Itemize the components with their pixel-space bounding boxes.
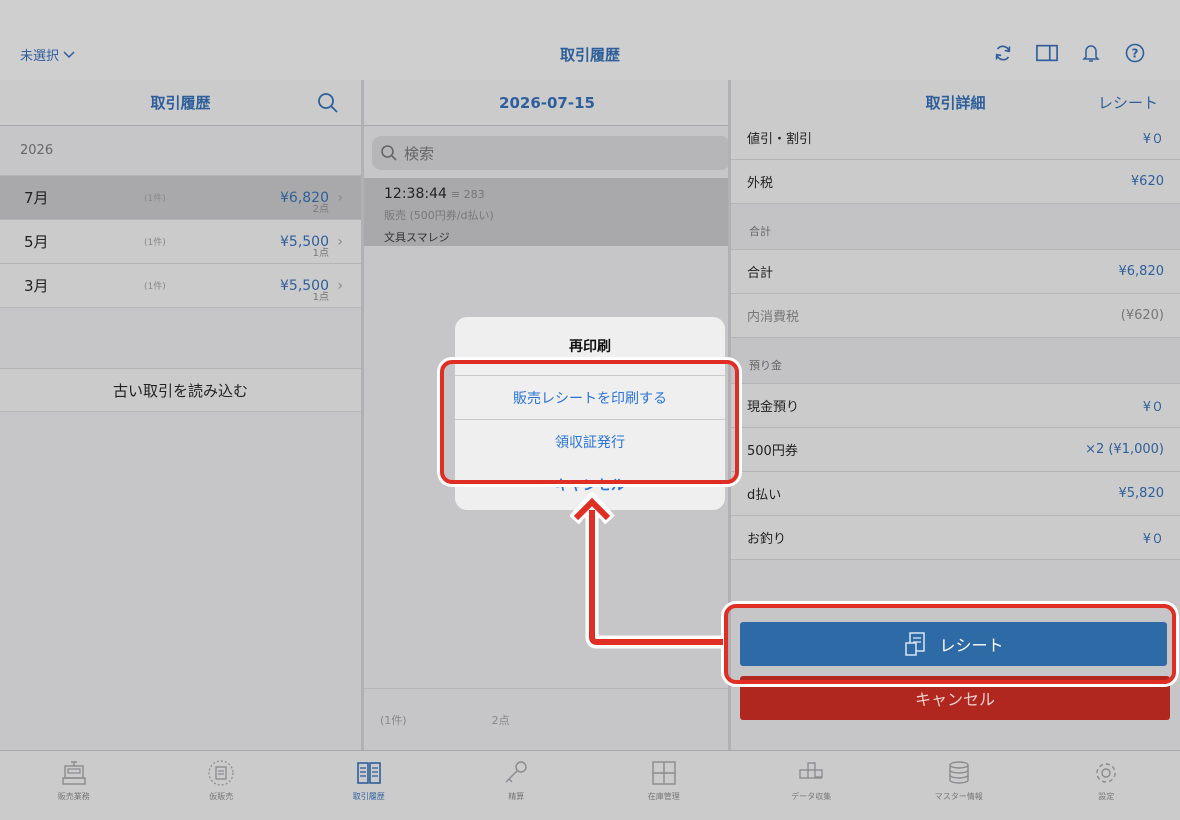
tab-4[interactable]: 精算: [443, 751, 591, 820]
detail-label: 500円券: [747, 444, 798, 459]
tab-6[interactable]: データ収集: [738, 751, 886, 820]
dialog-options-highlight: [440, 360, 739, 484]
month-row[interactable]: 5月 (1件) ¥5,500 1点 ›: [0, 220, 361, 264]
left-header-title: 取引履歴: [150, 94, 211, 112]
detail-row: 内消費税 (¥620): [731, 294, 1180, 338]
tab-8[interactable]: 設定: [1033, 751, 1180, 820]
month-points: 1点: [312, 248, 329, 259]
detail-label: 合計: [747, 266, 774, 281]
register-icon: [62, 761, 86, 785]
search-icon[interactable]: [317, 92, 339, 114]
detail-value: ¥０: [1142, 400, 1164, 415]
tab-bar: 販売業務 仮販売 取引履歴 精算 在庫管理 データ収集 マスター情報 設定: [0, 750, 1180, 820]
detail-label: お釣り: [747, 532, 787, 547]
tab-label: 精算: [508, 792, 525, 801]
detail-value: ¥5,820: [1118, 486, 1165, 501]
detail-label: 現金預り: [747, 400, 800, 415]
month-label: 7月: [24, 189, 49, 207]
tab-label: 設定: [1098, 792, 1115, 801]
tab-label: マスター情報: [934, 792, 983, 801]
month-label: 5月: [24, 233, 49, 251]
chevron-right-icon: ›: [337, 277, 343, 294]
month-list-panel: 取引履歴 2026 7月 (1件) ¥6,820 2点 › 5月 (1件) ¥5,500 1点 ›…: [0, 80, 361, 750]
mid-footer: (1件) 2点: [364, 688, 730, 750]
tab-2[interactable]: 仮販売: [148, 751, 296, 820]
detail-label: 内消費税: [747, 310, 800, 325]
detail-row: お釣り ¥０: [731, 516, 1180, 560]
svg-text:?: ?: [1132, 47, 1139, 61]
right-header-title: 取引詳細: [925, 94, 986, 112]
detail-value: ¥０: [1142, 532, 1164, 547]
detail-row: 合計 ¥6,820: [731, 250, 1180, 294]
sync-icon[interactable]: [992, 42, 1014, 64]
key-icon: [505, 761, 527, 783]
transaction-store: 文具スマレジ: [384, 231, 450, 244]
month-count: (1件): [144, 194, 166, 204]
detail-value: ¥０: [1142, 132, 1164, 147]
panel-toggle-icon[interactable]: [1036, 42, 1058, 64]
footer-count: (1件): [380, 713, 407, 727]
footer-points: 2点: [491, 713, 510, 727]
inventory-icon: [652, 761, 676, 785]
detail-list: 値引・割引 ¥０ 外税 ¥620 合計 合計 ¥6,820 内消費税 (¥620) 預り金 …: [731, 116, 1180, 560]
top-bar: 未選択 取引履歴 ?: [0, 0, 1180, 80]
transaction-number: ≡ 283: [450, 188, 485, 201]
month-label: 3月: [24, 277, 49, 295]
search-icon: [381, 145, 397, 161]
tab-label: 仮販売: [209, 792, 234, 801]
section-total-label: 合計: [731, 204, 1180, 250]
help-icon[interactable]: ?: [1124, 42, 1146, 64]
section-deposit-label: 預り金: [731, 338, 1180, 384]
detail-value: ¥6,820: [1118, 264, 1165, 279]
month-count: (1件): [144, 282, 166, 292]
transaction-time: 12:38:44: [384, 186, 447, 202]
tab-label: 取引履歴: [352, 792, 385, 801]
month-list: 7月 (1件) ¥6,820 2点 › 5月 (1件) ¥5,500 1点 › 3月 (1件) ¥5,5…: [0, 176, 361, 308]
detail-label: 値引・割引: [747, 132, 813, 147]
tab-5[interactable]: 在庫管理: [590, 751, 738, 820]
detail-label: 外税: [747, 176, 774, 191]
detail-row: 現金預り ¥０: [731, 384, 1180, 428]
detail-row: d払い ¥5,820: [731, 472, 1180, 516]
load-older-button[interactable]: 古い取引を読み込む: [0, 368, 361, 412]
tab-label: データ収集: [791, 792, 832, 801]
transaction-row[interactable]: 12:38:44 ≡ 283 販売 (500円券/d払い) 文具スマレジ: [364, 178, 730, 246]
tab-label: 販売業務: [57, 792, 90, 801]
month-points: 2点: [312, 204, 329, 215]
detail-label: d払い: [747, 488, 782, 503]
month-row[interactable]: 7月 (1件) ¥6,820 2点 ›: [0, 176, 361, 220]
month-row[interactable]: 3月 (1件) ¥5,500 1点 ›: [0, 264, 361, 308]
search-input[interactable]: 検索: [372, 136, 730, 170]
temp-sale-icon: [208, 760, 234, 786]
detail-value: ¥620: [1130, 174, 1164, 189]
transaction-detail: 販売 (500円券/d払い): [384, 209, 494, 222]
detail-value: (¥620): [1120, 308, 1164, 323]
year-heading: 2026: [0, 126, 361, 176]
chevron-right-icon: ›: [337, 233, 343, 250]
detail-row: 外税 ¥620: [731, 160, 1180, 204]
tab-label: 在庫管理: [647, 792, 680, 801]
search-placeholder: 検索: [404, 144, 435, 163]
data-icon: [799, 762, 823, 779]
tab-3[interactable]: 取引履歴: [295, 751, 443, 820]
history-icon: [356, 762, 381, 784]
month-points: 1点: [312, 292, 329, 303]
detail-value: ×2 (¥1,000): [1085, 442, 1164, 457]
receipt-link[interactable]: レシート: [1098, 92, 1158, 113]
bell-icon[interactable]: [1080, 42, 1102, 64]
gear-icon: [1096, 763, 1116, 783]
left-header: 取引履歴: [0, 80, 361, 126]
mid-header: 2026-07-15: [364, 80, 730, 126]
receipt-button-highlight: [724, 604, 1176, 684]
database-icon: [949, 761, 969, 784]
detail-row: 値引・割引 ¥０: [731, 116, 1180, 160]
detail-row: 500円券 ×2 (¥1,000): [731, 428, 1180, 472]
tab-7[interactable]: マスター情報: [885, 751, 1033, 820]
arrow-annotation: [570, 492, 723, 649]
tab-1[interactable]: 販売業務: [0, 751, 148, 820]
month-count: (1件): [144, 238, 166, 248]
chevron-right-icon: ›: [337, 189, 343, 206]
